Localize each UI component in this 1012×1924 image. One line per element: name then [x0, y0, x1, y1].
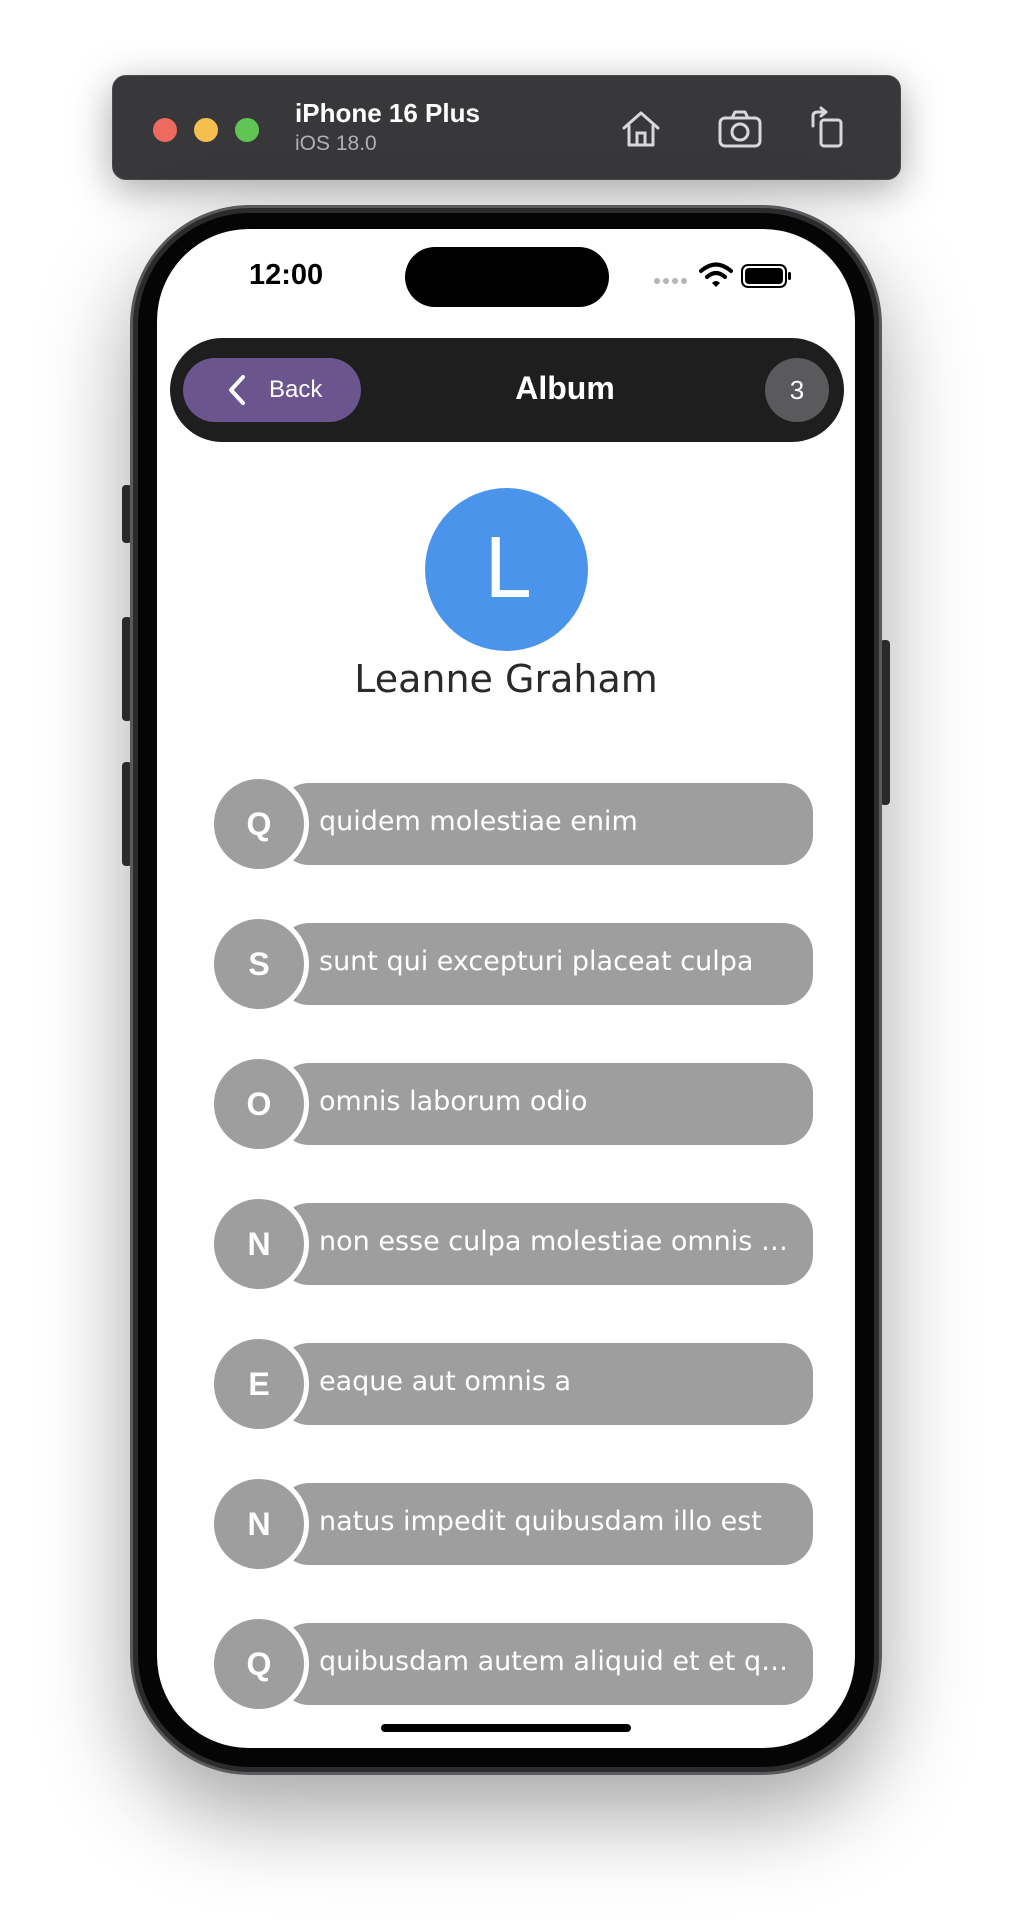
- album-initial: N: [209, 1474, 309, 1574]
- screenshot-button[interactable]: [715, 104, 765, 154]
- minimize-window-button[interactable]: [194, 118, 218, 142]
- album-item[interactable]: natus impedit quibusdam illo est N: [209, 1474, 813, 1574]
- album-title: natus impedit quibusdam illo est: [319, 1506, 762, 1537]
- album-initial: E: [209, 1334, 309, 1434]
- status-time: 12:00: [249, 259, 324, 291]
- album-initial: Q: [209, 1614, 309, 1714]
- album-item[interactable]: sunt qui excepturi placeat culpa S: [209, 914, 813, 1014]
- album-pill: non esse culpa molestiae omnis sed optio: [279, 1203, 813, 1285]
- simulator-toolbar: iPhone 16 Plus iOS 18.0: [112, 75, 901, 180]
- battery-icon: [741, 264, 791, 288]
- avatar: L: [425, 488, 588, 651]
- camera-icon: [718, 110, 762, 148]
- home-icon: [622, 111, 660, 147]
- album-pill: sunt qui excepturi placeat culpa: [279, 923, 813, 1005]
- album-pill: quibusdam autem aliquid et et quia: [279, 1623, 813, 1705]
- album-pill: omnis laborum odio: [279, 1063, 813, 1145]
- album-pill: natus impedit quibusdam illo est: [279, 1483, 813, 1565]
- dynamic-island: [405, 247, 609, 307]
- album-item[interactable]: omnis laborum odio O: [209, 1054, 813, 1154]
- album-title: non esse culpa molestiae omnis sed optio: [319, 1226, 797, 1257]
- album-initial: O: [209, 1054, 309, 1154]
- album-pill: eaque aut omnis a: [279, 1343, 813, 1425]
- home-indicator[interactable]: [381, 1724, 631, 1732]
- navigation-bar: Back Album 3: [170, 338, 844, 442]
- album-initial: N: [209, 1194, 309, 1294]
- wifi-icon: [699, 262, 733, 287]
- album-title: sunt qui excepturi placeat culpa: [319, 946, 754, 977]
- signal-dots-icon: [654, 278, 687, 284]
- album-item[interactable]: non esse culpa molestiae omnis sed optio…: [209, 1194, 813, 1294]
- album-pill: quidem molestiae enim: [279, 783, 813, 865]
- album-title: eaque aut omnis a: [319, 1366, 572, 1397]
- album-initial: Q: [209, 774, 309, 874]
- os-version: iOS 18.0: [295, 132, 377, 155]
- zoom-window-button[interactable]: [235, 118, 259, 142]
- page-title: Album: [515, 370, 615, 406]
- album-title: omnis laborum odio: [319, 1086, 588, 1117]
- phone-screen: 12:00 Back Album 3 L Leanne Graham quide…: [157, 229, 855, 1748]
- album-title: quidem molestiae enim: [319, 806, 638, 837]
- rotate-button[interactable]: [803, 104, 853, 154]
- album-title: quibusdam autem aliquid et et quia: [319, 1646, 797, 1677]
- simulator-stage: iPhone 16 Plus iOS 18.0 12:00 Back Album…: [0, 0, 1012, 1924]
- rotate-icon: [811, 106, 843, 148]
- close-window-button[interactable]: [153, 118, 177, 142]
- album-list: quidem molestiae enim Q sunt qui exceptu…: [209, 774, 813, 1748]
- device-name: iPhone 16 Plus: [295, 98, 480, 128]
- album-initial: S: [209, 914, 309, 1014]
- album-item[interactable]: quibusdam autem aliquid et et quia Q: [209, 1614, 813, 1714]
- album-item[interactable]: eaque aut omnis a E: [209, 1334, 813, 1434]
- user-name: Leanne Graham: [354, 657, 658, 701]
- count-badge[interactable]: 3: [765, 358, 829, 422]
- home-button[interactable]: [616, 104, 666, 154]
- album-item[interactable]: quidem molestiae enim Q: [209, 774, 813, 874]
